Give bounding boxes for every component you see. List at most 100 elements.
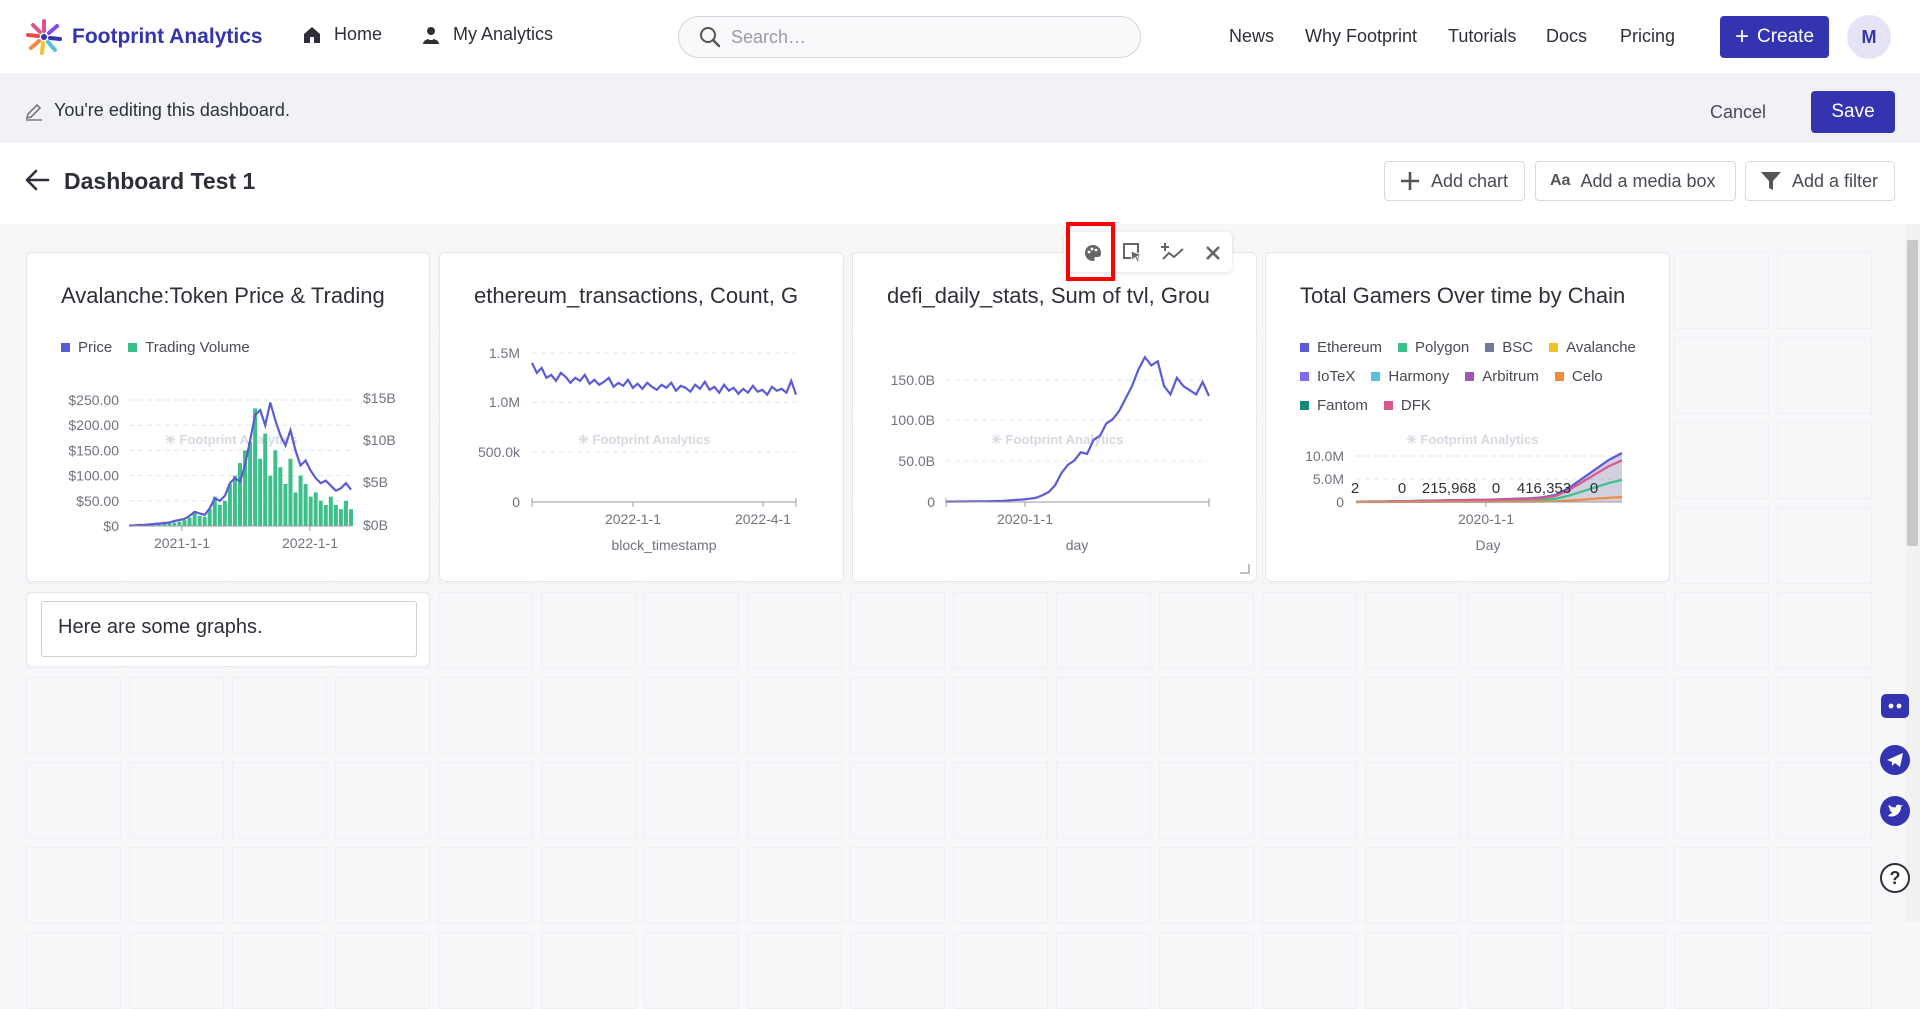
grid-cell — [1365, 592, 1460, 669]
nav-docs[interactable]: Docs — [1546, 26, 1587, 47]
y-tick-label: 0 — [927, 494, 935, 510]
close-icon — [1206, 246, 1220, 260]
grid-cell — [1777, 507, 1872, 584]
twitter-icon[interactable] — [1879, 795, 1911, 827]
footprint-logo-icon — [26, 19, 62, 55]
nav-why-footprint[interactable]: Why Footprint — [1305, 26, 1417, 47]
nav-tutorials[interactable]: Tutorials — [1448, 26, 1516, 47]
grid-cell — [1159, 847, 1254, 924]
scrollbar-thumb[interactable] — [1907, 240, 1918, 546]
add-media-box-button[interactable]: Aa Add a media box — [1535, 161, 1736, 201]
volume-bar — [177, 521, 182, 526]
plus-icon: + — [1734, 23, 1749, 50]
grid-cell — [1777, 677, 1872, 754]
user-avatar[interactable]: M — [1847, 15, 1891, 59]
nav-pricing[interactable]: Pricing — [1620, 26, 1675, 47]
back-arrow-icon[interactable] — [24, 167, 50, 193]
add-chart-button[interactable]: Add chart — [1384, 161, 1525, 201]
y-tick-label: 10.0M — [1305, 448, 1344, 464]
grid-cell — [541, 677, 636, 754]
x-tick-label: 2020-1-1 — [997, 511, 1053, 527]
volume-bar — [278, 467, 283, 526]
grid-cell — [644, 762, 739, 839]
text-card-content[interactable]: Here are some graphs. — [41, 601, 417, 657]
filter-icon — [1761, 172, 1781, 190]
volume-bar — [298, 475, 303, 526]
cancel-button[interactable]: Cancel — [1710, 102, 1766, 123]
grid-cell — [335, 762, 430, 839]
grid-cell — [1365, 762, 1460, 839]
x-tick-label: 2021-1-1 — [154, 535, 210, 551]
nav-news[interactable]: News — [1229, 26, 1274, 47]
create-button-label: Create — [1756, 26, 1815, 47]
grid-cell — [1777, 847, 1872, 924]
chart-card-defi-daily-stats[interactable]: defi_daily_stats, Sum of tvl, Grou 150.0… — [852, 252, 1257, 582]
add-filter-button[interactable]: Add a filter — [1745, 161, 1895, 201]
grid-cell — [26, 762, 121, 839]
grid-cell — [1365, 677, 1460, 754]
y-tick-label: 100.0B — [891, 412, 935, 428]
grid-cell — [1056, 677, 1151, 754]
click-behavior-button[interactable] — [1118, 238, 1148, 268]
grid-cell — [1365, 847, 1460, 924]
grid-cell — [644, 932, 739, 1009]
chart-card-total-gamers[interactable]: Total Gamers Over time by Chain Ethereum… — [1265, 252, 1670, 582]
search-box[interactable] — [678, 16, 1141, 58]
grid-cell — [129, 932, 224, 1009]
grid-cell — [438, 677, 533, 754]
brand-logo[interactable]: Footprint Analytics — [24, 18, 263, 56]
grid-cell — [1777, 337, 1872, 414]
y-tick-label: $5B — [363, 474, 388, 490]
grid-cell — [26, 677, 121, 754]
y-tick-label: 150.0B — [891, 372, 935, 388]
add-series-button[interactable] — [1158, 238, 1188, 268]
y-tick-label: $50.00 — [76, 493, 119, 509]
grid-cell — [1674, 337, 1769, 414]
grid-cell — [1365, 932, 1460, 1009]
resize-handle-icon[interactable] — [1238, 562, 1250, 574]
volume-bar — [217, 505, 222, 526]
volume-bar — [268, 475, 273, 526]
discord-icon[interactable] — [1879, 690, 1911, 722]
help-icon[interactable]: ? — [1879, 862, 1911, 894]
save-button[interactable]: Save — [1811, 91, 1895, 133]
grid-cell — [541, 762, 636, 839]
volume-bar — [222, 500, 227, 526]
grid-cell — [1777, 932, 1872, 1009]
grid-cell — [1468, 847, 1563, 924]
grid-cell — [438, 762, 533, 839]
grid-cell — [747, 592, 842, 669]
create-button[interactable]: + Create — [1720, 16, 1829, 58]
svg-text:?: ? — [1890, 868, 1901, 888]
grid-cell — [541, 932, 636, 1009]
nav-home[interactable]: Home — [302, 24, 382, 45]
home-icon — [304, 26, 320, 43]
y-tick-label: 50.0B — [898, 453, 935, 469]
grid-cell — [1056, 847, 1151, 924]
volume-bar — [187, 517, 192, 526]
edit-mode-text: You're editing this dashboard. — [54, 100, 290, 120]
y-tick-label: 0 — [512, 494, 520, 510]
grid-cell — [1262, 932, 1357, 1009]
search-input[interactable] — [731, 26, 1111, 48]
y-tick-label: 0 — [1336, 494, 1344, 510]
grid-cell — [1571, 932, 1666, 1009]
grid-cell — [335, 847, 430, 924]
grid-cell — [1159, 762, 1254, 839]
nav-my-analytics[interactable]: My Analytics — [421, 24, 553, 45]
text-card[interactable]: Here are some graphs. — [26, 592, 430, 667]
data-label: 2 — [1351, 480, 1359, 497]
remove-card-button[interactable] — [1198, 238, 1228, 268]
defi-daily-stats-chart: 150.0B 100.0B 50.0B 0 ✳ Footprint Analytics 2… — [891, 355, 1211, 553]
top-navigation: Footprint Analytics Home My Analytics Ne… — [0, 0, 1920, 75]
volume-bar — [288, 458, 293, 526]
y-tick-label: $250.00 — [68, 392, 119, 408]
y-tick-label: $100.00 — [68, 468, 119, 484]
grid-cell — [747, 762, 842, 839]
chart-card-ethereum-transactions[interactable]: ethereum_transactions, Count, G 1.5M 1.0M… — [439, 252, 844, 582]
chart-card-avalanche[interactable]: Avalanche:Token Price & Trading Price Tr… — [26, 252, 430, 582]
telegram-icon[interactable] — [1879, 744, 1911, 776]
grid-cell — [850, 847, 945, 924]
grid-cell — [1159, 932, 1254, 1009]
grid-cell — [953, 847, 1048, 924]
